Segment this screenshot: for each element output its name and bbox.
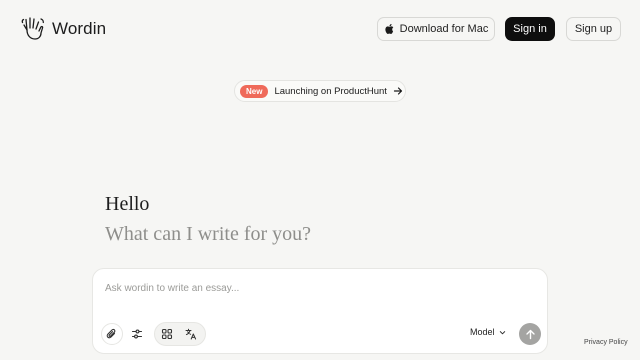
- sliders-icon: [131, 329, 143, 339]
- brand-logo[interactable]: Wordin: [21, 16, 106, 42]
- grid-icon: [161, 328, 173, 340]
- model-label: Model: [470, 327, 495, 337]
- paperclip-icon: [106, 328, 116, 339]
- translate-button[interactable]: [180, 324, 202, 344]
- translate-icon: [185, 328, 197, 340]
- privacy-policy-link[interactable]: Privacy Policy: [584, 339, 628, 346]
- announcement-pill[interactable]: New Launching on ProductHunt: [234, 80, 406, 102]
- brand-name: Wordin: [52, 19, 107, 38]
- apple-icon: [385, 23, 393, 34]
- chevron-down-icon: [499, 330, 505, 334]
- arrow-right-icon: [393, 87, 403, 95]
- settings-button[interactable]: [126, 323, 148, 345]
- grid-mode-button[interactable]: [156, 324, 178, 344]
- hand-wave-icon: [21, 17, 44, 40]
- sign-in-button[interactable]: Sign in: [505, 17, 555, 41]
- arrow-up-icon: [525, 329, 535, 339]
- download-label: Download for Mac: [399, 23, 489, 35]
- announcement-text: Launching on ProductHunt: [274, 85, 387, 97]
- greeting-heading: Hello: [105, 193, 150, 215]
- new-badge: New: [240, 84, 269, 98]
- prompt-input[interactable]: [105, 279, 525, 297]
- sign-up-button[interactable]: Sign up: [566, 17, 621, 41]
- download-for-mac-button[interactable]: Download for Mac: [377, 17, 495, 41]
- composer-box: Model: [92, 268, 548, 354]
- attach-button[interactable]: [101, 323, 123, 345]
- send-button[interactable]: [519, 323, 541, 345]
- model-dropdown[interactable]: Model: [470, 327, 506, 337]
- prompt-question: What can I write for you?: [105, 223, 312, 245]
